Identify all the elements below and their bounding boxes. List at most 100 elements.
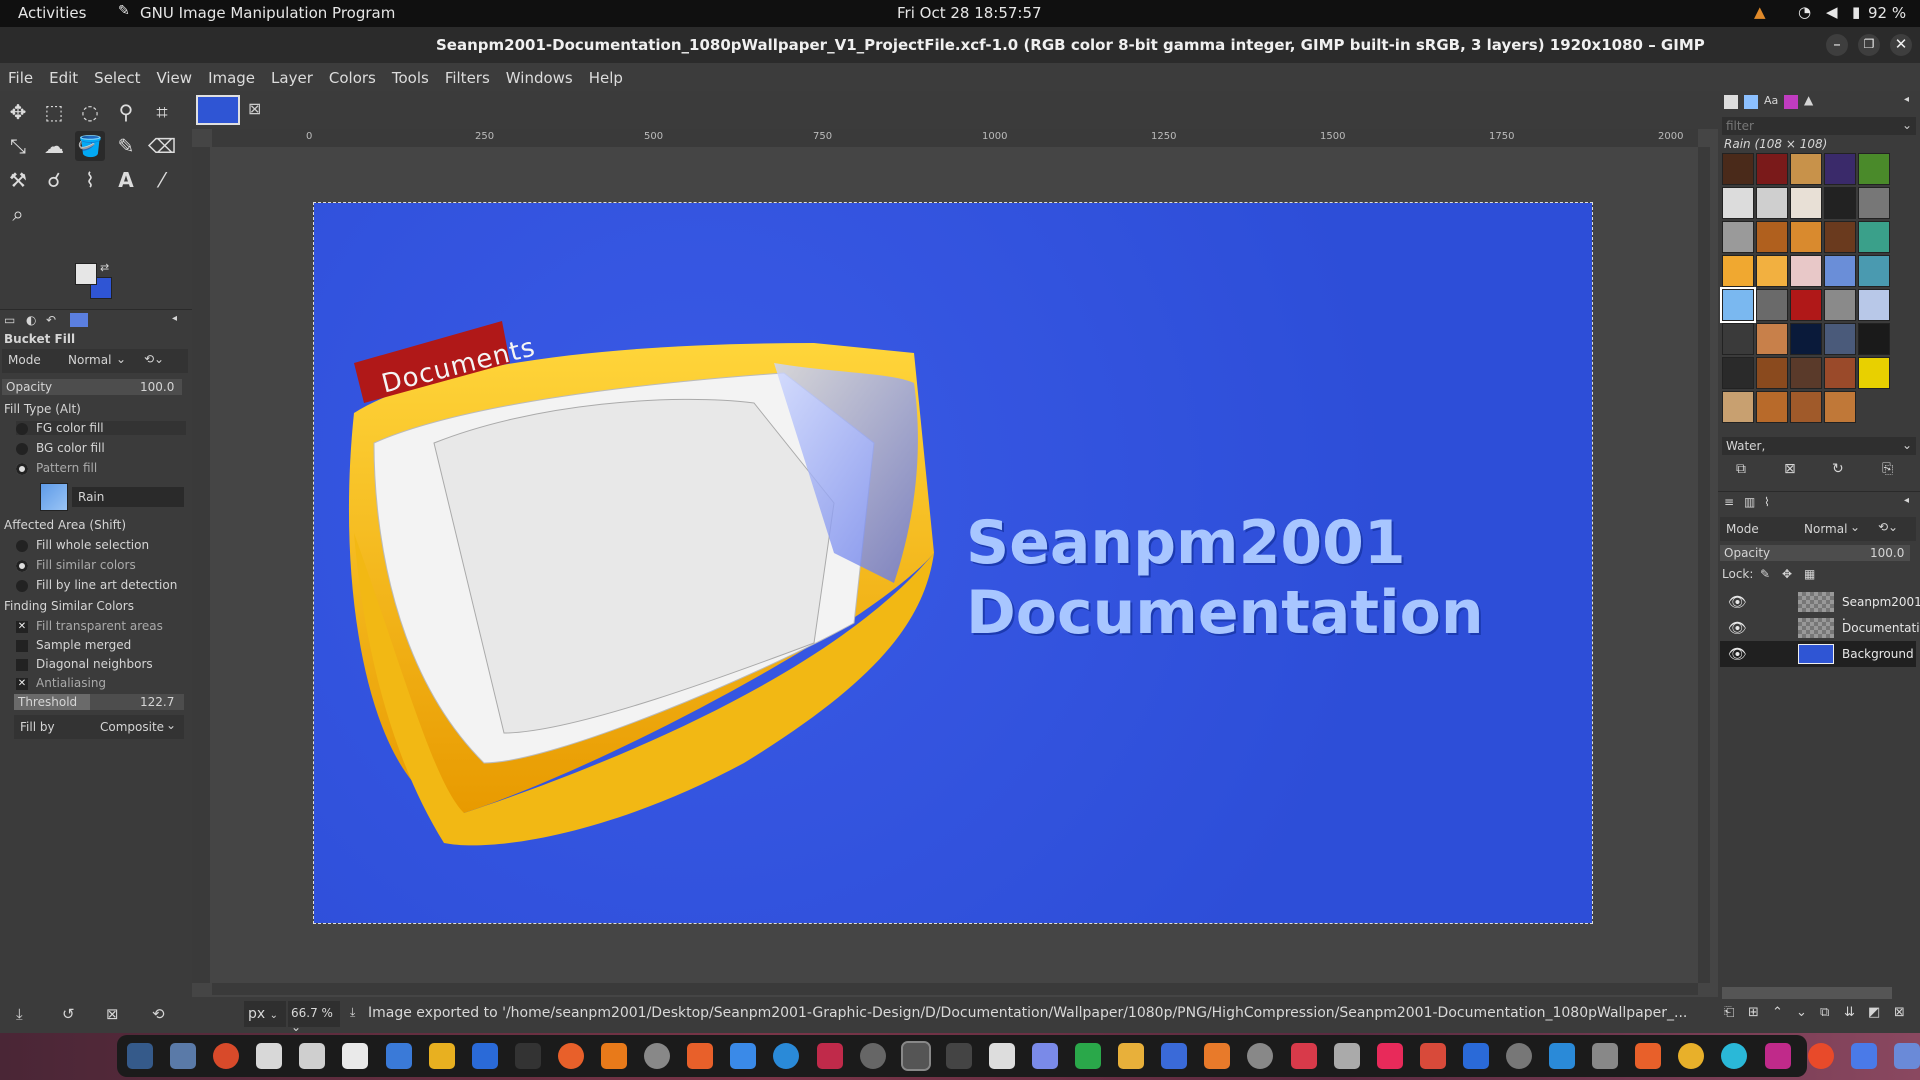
folder-app-icon[interactable]	[170, 1043, 197, 1069]
filter-dropdown-icon[interactable]: ⌄	[1902, 118, 1912, 132]
search-app-icon[interactable]	[342, 1043, 369, 1069]
open-pattern-icon[interactable]: ⎘	[1882, 461, 1893, 477]
layer-mode-select[interactable]: Normal	[1804, 522, 1847, 536]
pattern-swatch[interactable]	[1790, 221, 1822, 253]
zoom-select[interactable]: 66.7 % ⌄	[288, 1001, 340, 1034]
mode-dropdown-icon[interactable]: ⌄	[116, 352, 126, 366]
layer-mode-dropdown-icon[interactable]: ⌄	[1850, 520, 1860, 534]
image-tab-thumbnail[interactable]	[196, 95, 240, 125]
duplicate-layer-icon[interactable]: ⧉	[1820, 1005, 1829, 1020]
app-icon[interactable]	[1678, 1043, 1705, 1069]
notes-app-icon[interactable]	[299, 1043, 326, 1069]
pattern-fill-radio[interactable]: Pattern fill	[16, 461, 97, 475]
pattern-swatch[interactable]	[1756, 153, 1788, 185]
app-icon[interactable]	[1635, 1043, 1662, 1069]
device-status-tab-icon[interactable]: ◐	[26, 313, 36, 327]
app-icon[interactable]	[1204, 1043, 1231, 1069]
pattern-swatch[interactable]	[1824, 153, 1856, 185]
menu-tools[interactable]: Tools	[384, 63, 437, 87]
pattern-swatch[interactable]	[1824, 221, 1856, 253]
app-icon[interactable]	[859, 1043, 886, 1069]
pattern-swatch[interactable]	[1722, 323, 1754, 355]
app-icon[interactable]	[1807, 1043, 1834, 1069]
pattern-swatch[interactable]	[1858, 187, 1890, 219]
menu-windows[interactable]: Windows	[498, 63, 581, 87]
smudge-tool-icon[interactable]: ☌	[39, 165, 69, 195]
antialiasing-checkbox[interactable]: ✕ Antialiasing	[16, 676, 106, 690]
files-app-icon[interactable]	[127, 1043, 153, 1069]
visibility-eye-icon[interactable]: 👁	[1728, 594, 1748, 610]
app-icon[interactable]	[1462, 1043, 1489, 1069]
app-icon[interactable]	[1764, 1043, 1791, 1069]
pattern-swatch[interactable]	[1790, 357, 1822, 389]
visibility-eye-icon[interactable]: 👁	[1728, 620, 1748, 636]
chrome-app-icon[interactable]	[213, 1043, 240, 1069]
firefox-app-icon[interactable]	[557, 1043, 584, 1069]
pattern-swatch[interactable]	[1756, 323, 1788, 355]
crop-tool-icon[interactable]: ⌗	[147, 97, 177, 127]
layer-row[interactable]: 👁 Documentatio	[1720, 615, 1920, 641]
pattern-swatch[interactable]	[1722, 357, 1754, 389]
writer-app-icon[interactable]	[385, 1043, 412, 1069]
image-canvas[interactable]: Documents Seanpm2001 Documentation	[313, 202, 1593, 924]
pattern-swatch[interactable]	[1790, 289, 1822, 321]
menu-select[interactable]: Select	[86, 63, 148, 87]
pattern-swatch[interactable]	[1790, 255, 1822, 287]
app-icon[interactable]	[1850, 1043, 1877, 1069]
menu-view[interactable]: View	[148, 63, 200, 87]
pattern-swatch[interactable]	[1824, 289, 1856, 321]
threshold-slider[interactable]: Threshold 122.7	[14, 694, 184, 710]
layer-row[interactable]: 👁 Seanpm2001 .	[1720, 589, 1920, 623]
software-app-icon[interactable]	[687, 1043, 714, 1069]
app-icon[interactable]	[1549, 1043, 1576, 1069]
text-tool-icon[interactable]: A	[111, 165, 141, 195]
new-group-icon[interactable]: ⊞	[1748, 1005, 1759, 1020]
transform-tool-icon[interactable]: ⤡	[3, 131, 33, 161]
menu-edit[interactable]: Edit	[41, 63, 86, 87]
raise-layer-icon[interactable]: ⌃	[1772, 1005, 1783, 1020]
pattern-swatch[interactable]	[1858, 221, 1890, 253]
close-button[interactable]: ✕	[1890, 34, 1912, 56]
mode-select[interactable]: Normal	[68, 353, 111, 367]
move-tool-icon[interactable]: ✥	[3, 97, 33, 127]
fill-similar-colors-radio[interactable]: Fill similar colors	[16, 558, 136, 572]
app-icon[interactable]	[945, 1043, 972, 1069]
pattern-filter-input[interactable]: filter ⌄	[1722, 117, 1916, 135]
pattern-swatch[interactable]	[1858, 289, 1890, 321]
app-icon[interactable]	[1419, 1043, 1446, 1069]
battery-icon[interactable]: ▮	[1852, 3, 1860, 21]
menu-help[interactable]: Help	[581, 63, 631, 87]
fonts-tab-icon[interactable]: Aa	[1764, 94, 1778, 107]
fill-transparent-checkbox[interactable]: ✕ Fill transparent areas	[16, 619, 163, 633]
pattern-preview[interactable]	[40, 483, 68, 511]
app-icon[interactable]	[730, 1043, 757, 1069]
app-icon[interactable]	[1290, 1043, 1317, 1069]
minimize-button[interactable]: –	[1826, 34, 1848, 56]
pattern-swatch[interactable]	[1824, 187, 1856, 219]
vertical-scrollbar[interactable]	[1698, 147, 1710, 983]
pattern-swatch[interactable]	[1790, 187, 1822, 219]
panel-menu-icon[interactable]: ◂	[172, 313, 177, 324]
images-tab-icon[interactable]	[70, 313, 88, 327]
paths-tool-icon[interactable]: ⌇	[75, 165, 105, 195]
menu-filters[interactable]: Filters	[437, 63, 498, 87]
vlc-app-icon[interactable]	[601, 1043, 628, 1069]
brushes-tab-icon[interactable]	[1724, 95, 1738, 109]
pattern-swatch[interactable]	[1824, 323, 1856, 355]
menu-image[interactable]: Image	[200, 63, 263, 87]
pattern-swatch[interactable]	[1858, 357, 1890, 389]
pattern-swatch[interactable]	[1722, 391, 1754, 423]
layer-row-selected[interactable]: 👁 Background	[1720, 641, 1916, 667]
app-menu[interactable]: GNU Image Manipulation Program	[140, 4, 395, 22]
unit-select[interactable]: px ⌄	[244, 1001, 286, 1027]
maximize-button[interactable]: ❐	[1858, 34, 1880, 56]
paintbrush-tool-icon[interactable]: ✎	[111, 131, 141, 161]
layer-mode-reset-icon[interactable]: ⟲⌄	[1878, 520, 1898, 534]
monitor-app-icon[interactable]	[816, 1043, 843, 1069]
app-icon[interactable]	[1031, 1043, 1058, 1069]
horizontal-scrollbar[interactable]	[212, 983, 1698, 995]
opacity-slider[interactable]: Opacity 100.0	[2, 379, 182, 395]
tag-dropdown-icon[interactable]: ⌄	[1902, 438, 1912, 452]
pattern-swatch[interactable]	[1824, 391, 1856, 423]
lower-layer-icon[interactable]: ⌄	[1796, 1005, 1807, 1020]
